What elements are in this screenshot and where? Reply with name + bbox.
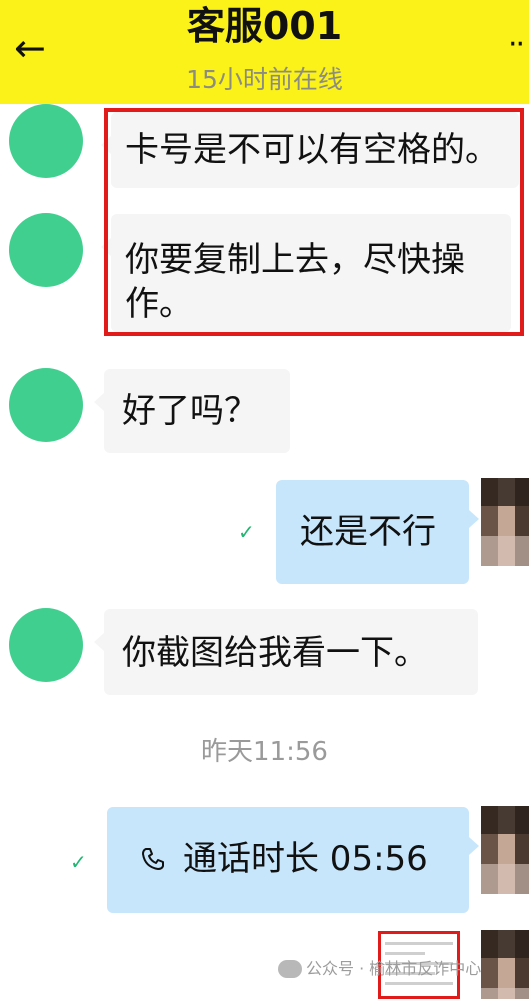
user-avatar[interactable]: [481, 930, 529, 999]
watermark: 公众号 · 榆林市反诈中心: [306, 959, 482, 978]
incoming-message[interactable]: 好了吗？: [94, 369, 290, 453]
call-duration-text: 通话时长 05:56: [183, 839, 428, 879]
contact-name: 客服001: [186, 4, 343, 48]
more-options-icon[interactable]: ··: [508, 30, 529, 60]
incoming-message[interactable]: 你要复制上去，尽快操作。: [101, 214, 511, 332]
timestamp: 昨天11:56: [201, 737, 328, 767]
message-text: 你要复制上去，尽快操作。: [125, 240, 465, 324]
incoming-message[interactable]: 你截图给我看一下。: [94, 609, 478, 695]
message-text: 卡号是不可以有空格的。: [125, 130, 499, 170]
read-receipt-icon: ✓: [70, 850, 87, 874]
agent-avatar[interactable]: [9, 104, 83, 178]
online-status: 15小时前在线: [186, 65, 343, 94]
user-avatar[interactable]: [481, 806, 529, 894]
wechat-icon: [278, 960, 302, 978]
message-text: 你截图给我看一下。: [122, 633, 428, 673]
outgoing-message[interactable]: 还是不行: [276, 480, 479, 584]
user-avatar[interactable]: [481, 478, 529, 566]
agent-avatar[interactable]: [9, 368, 83, 442]
phone-icon: [140, 846, 166, 872]
agent-avatar[interactable]: [9, 213, 83, 287]
message-text: 好了吗？: [122, 391, 258, 431]
agent-avatar[interactable]: [9, 608, 83, 682]
chat-header: ← 客服001 15小时前在线 ··: [0, 0, 529, 104]
incoming-message[interactable]: 卡号是不可以有空格的。: [101, 112, 519, 188]
message-text: 还是不行: [300, 512, 436, 552]
read-receipt-icon: ✓: [238, 520, 255, 544]
